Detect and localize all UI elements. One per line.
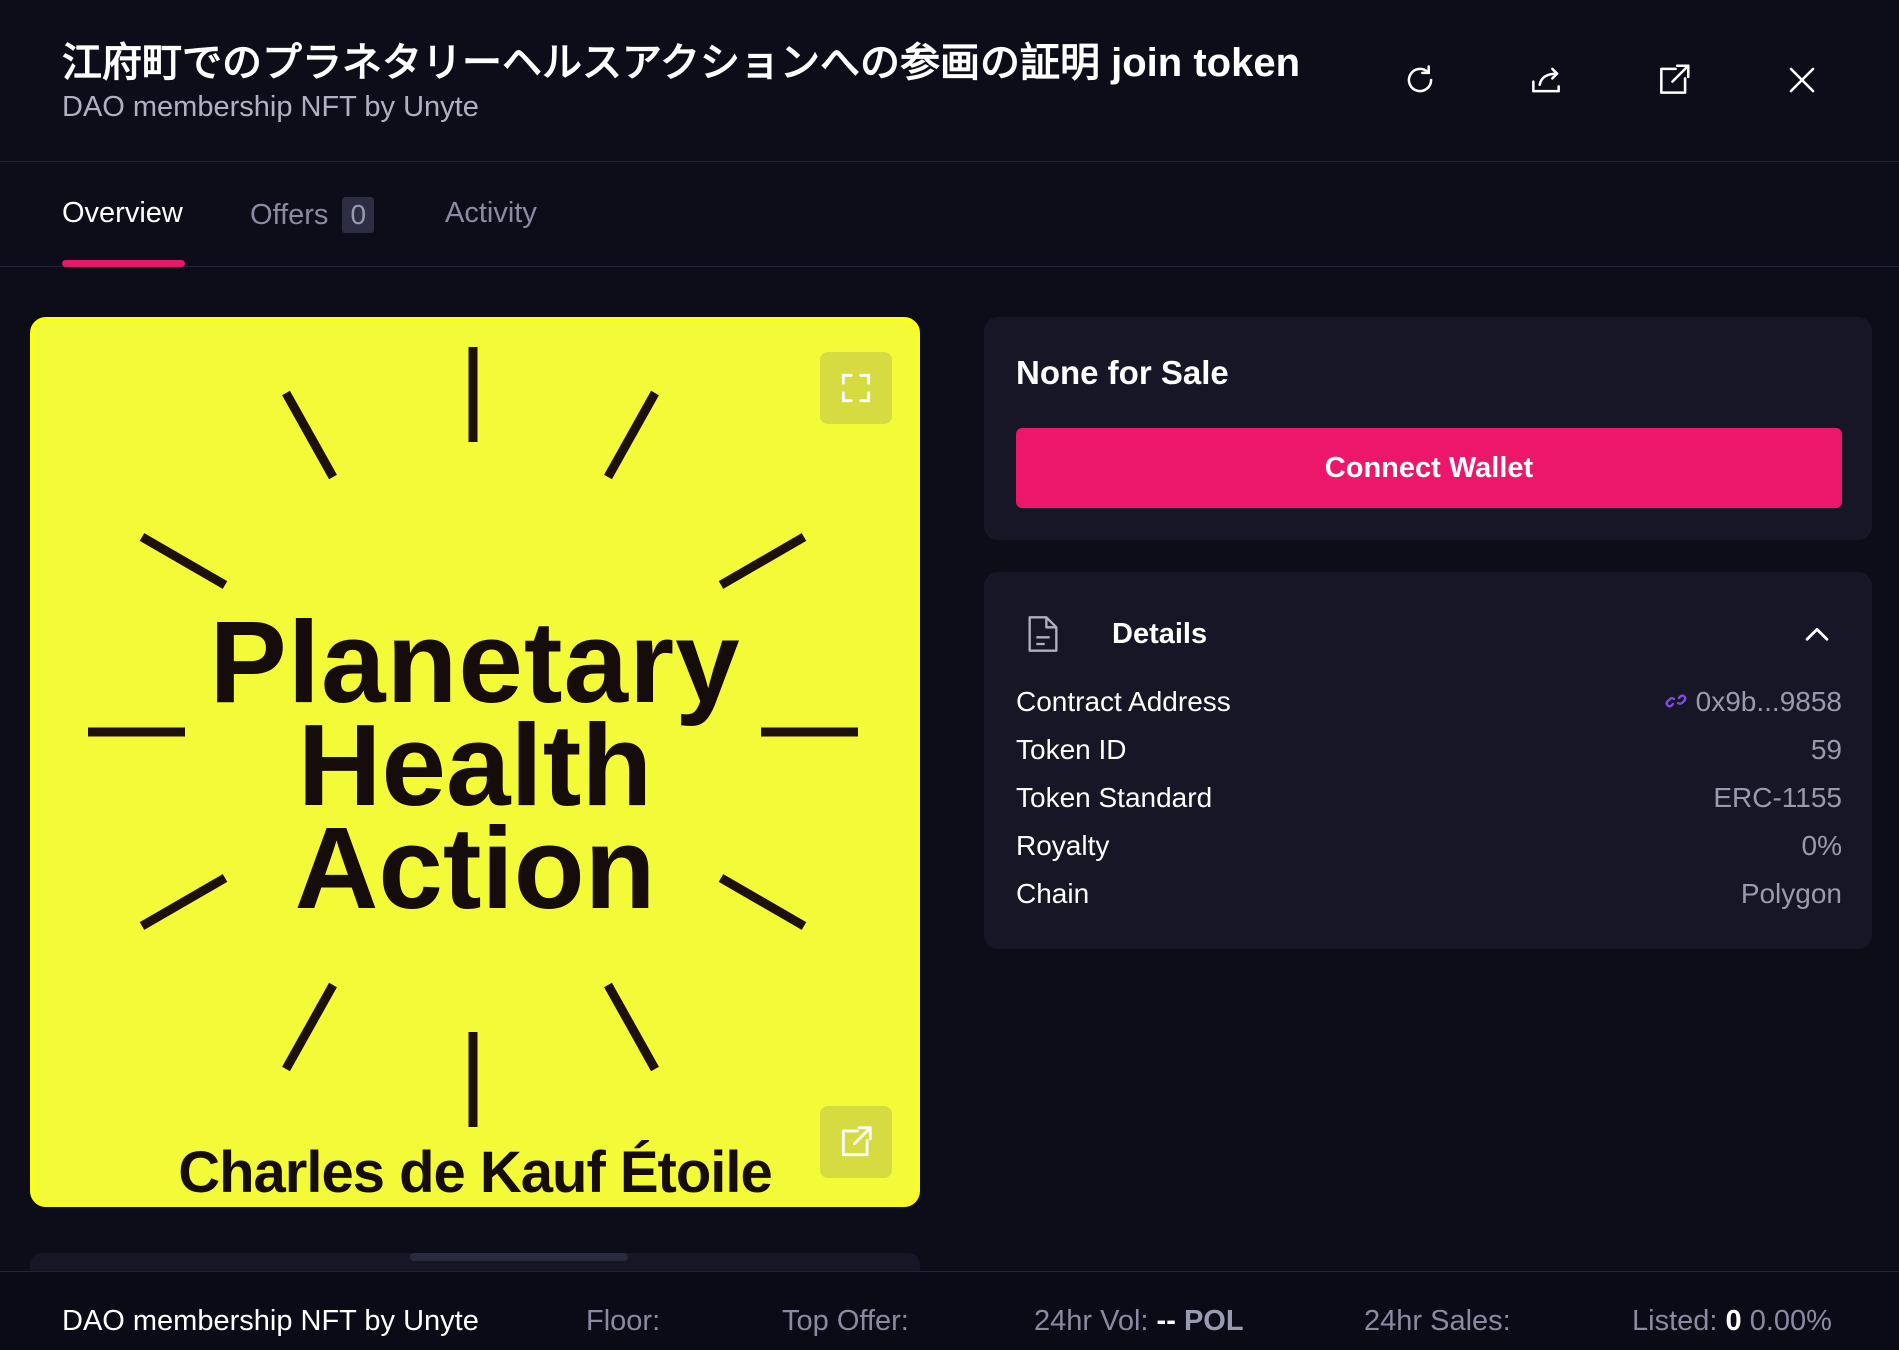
detail-value: 59: [1810, 734, 1842, 765]
close-button[interactable]: [1774, 52, 1830, 108]
fullscreen-button[interactable]: [820, 352, 892, 424]
detail-label: Token Standard: [1016, 782, 1213, 813]
detail-label: Contract Address: [1016, 686, 1231, 717]
detail-value: 0%: [1801, 830, 1842, 861]
document-icon: [1028, 616, 1058, 652]
details-toggle[interactable]: Details: [1016, 604, 1842, 664]
collection-subtitle: DAO membership NFT by Unyte: [62, 91, 479, 123]
listed-count: 0: [1725, 1305, 1742, 1337]
volume-value: --: [1156, 1305, 1176, 1337]
refresh-button[interactable]: [1392, 52, 1448, 108]
sale-status: None for Sale: [1016, 354, 1229, 391]
volume-label: 24hr Vol:: [1034, 1305, 1149, 1337]
details-card: Details Contract Address 0x9b...9858 Tok…: [984, 572, 1872, 949]
detail-row-token-standard: Token Standard ERC-1155: [1016, 782, 1842, 822]
volume-unit: POL: [1183, 1305, 1244, 1337]
listed-label: Listed:: [1632, 1305, 1718, 1337]
detail-value: ERC-1155: [1713, 782, 1842, 813]
artwork-title-line-3: Action: [294, 803, 656, 933]
expand-icon: [841, 373, 871, 403]
sales-label: 24hr Sales:: [1364, 1305, 1511, 1337]
listed-percent: 0.00%: [1749, 1305, 1832, 1337]
sale-card: None for Sale Connect Wallet: [984, 317, 1872, 540]
drag-handle[interactable]: [410, 1253, 628, 1261]
footer-collection-name[interactable]: DAO membership NFT by Unyte: [62, 1305, 479, 1338]
contract-address-value: 0x9b...9858: [1695, 686, 1842, 717]
share-icon: [1532, 67, 1560, 93]
detail-label: Royalty: [1016, 830, 1110, 861]
detail-row-chain: Chain Polygon: [1016, 878, 1842, 918]
tab-offers[interactable]: Offers 0: [250, 197, 375, 267]
tab-offers-label: Offers: [250, 199, 329, 231]
connect-wallet-button[interactable]: Connect Wallet: [1016, 428, 1842, 508]
refresh-icon: [1407, 65, 1433, 93]
open-media-button[interactable]: [820, 1106, 892, 1178]
detail-row-contract-address: Contract Address 0x9b...9858: [1016, 686, 1842, 726]
page-title: 江府町でのプラネタリーヘルスアクションへの参画の証明 join token: [62, 41, 1300, 85]
listed-stat: Listed: 0 0.00%: [1632, 1305, 1832, 1338]
top-offer-label: Top Offer:: [782, 1305, 909, 1337]
share-button[interactable]: [1518, 52, 1574, 108]
tab-bar: Overview Offers 0 Activity: [0, 162, 1899, 267]
detail-row-token-id: Token ID 59: [1016, 734, 1842, 774]
detail-label: Token ID: [1016, 734, 1127, 765]
tab-overview[interactable]: Overview: [62, 197, 185, 267]
close-icon: [1789, 67, 1815, 93]
header: 江府町でのプラネタリーヘルスアクションへの参画の証明 join token DA…: [0, 0, 1899, 162]
volume-stat: 24hr Vol: -- POL: [1034, 1305, 1244, 1338]
polygon-chain-icon: [1665, 694, 1687, 708]
contract-address-link[interactable]: 0x9b...9858: [1664, 686, 1842, 718]
floor-label: Floor:: [586, 1305, 661, 1337]
details-title: Details: [1112, 618, 1208, 650]
tab-activity-label: Activity: [445, 197, 537, 229]
external-link-icon: [841, 1126, 872, 1157]
artwork-author: Charles de Kauf Étoile: [178, 1140, 773, 1205]
detail-label: Chain: [1016, 878, 1090, 909]
nft-artwork: Planetary Health Action Charles de Kauf …: [30, 317, 920, 1207]
open-external-button[interactable]: [1646, 52, 1702, 108]
detail-row-royalty: Royalty 0%: [1016, 830, 1842, 870]
next-section-peek: [30, 1253, 920, 1273]
chevron-up-icon: [1805, 627, 1829, 641]
offers-count-badge: 0: [342, 197, 375, 233]
tab-activity[interactable]: Activity: [445, 197, 537, 267]
detail-value: Polygon: [1740, 878, 1842, 909]
collection-stats-bar: DAO membership NFT by Unyte Floor: Top O…: [0, 1271, 1899, 1350]
external-link-icon: [1660, 64, 1690, 94]
tab-overview-label: Overview: [62, 197, 183, 229]
